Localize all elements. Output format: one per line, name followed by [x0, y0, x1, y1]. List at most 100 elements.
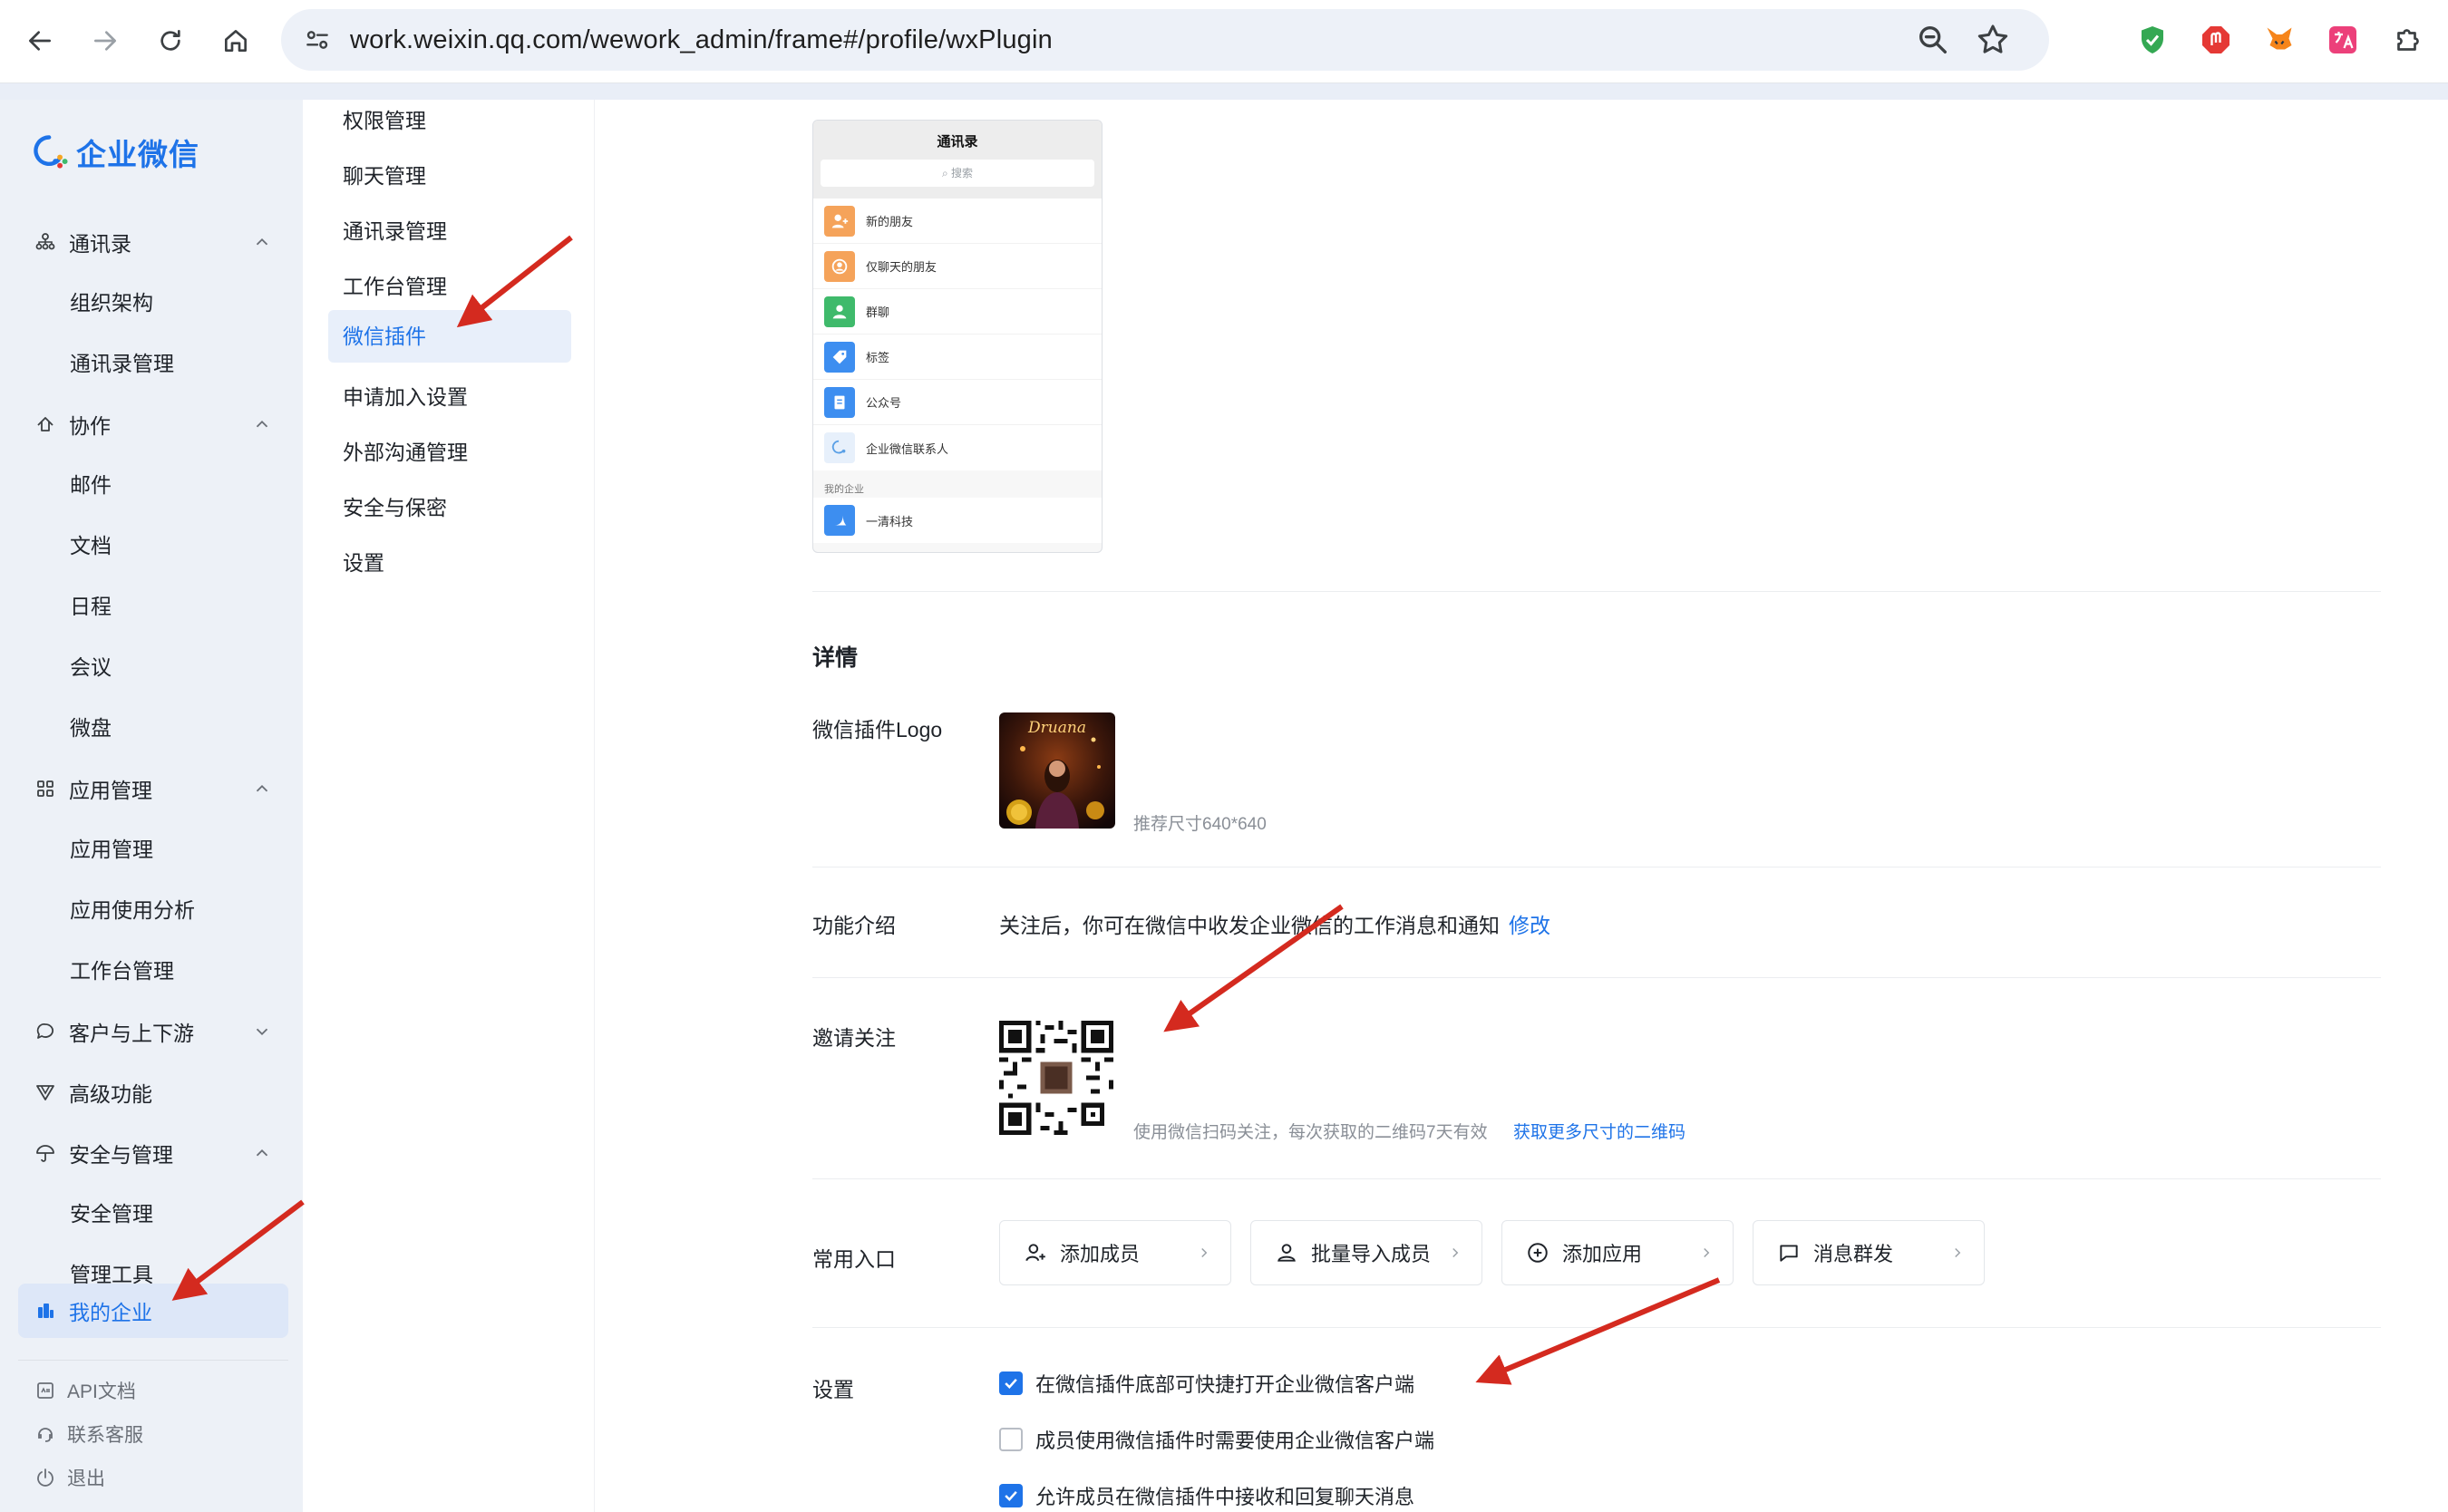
sidebar-item-app-analytics[interactable]: 应用使用分析	[18, 886, 288, 935]
back-button[interactable]	[18, 19, 62, 63]
preview-row: 仅聊天的朋友	[813, 244, 1102, 289]
sidebar-item-calendar[interactable]: 日程	[18, 582, 288, 631]
adblock-extension-icon[interactable]	[2198, 22, 2234, 58]
setting-require-client[interactable]: 成员使用微信插件时需要使用企业微信客户端	[999, 1425, 1434, 1454]
contacts-icon	[33, 229, 58, 255]
divider	[812, 1327, 2381, 1328]
sidebar-group-security[interactable]: 安全与管理	[18, 1129, 288, 1178]
invite-qr-code[interactable]	[999, 1021, 1113, 1135]
chevron-up-icon	[256, 1149, 268, 1157]
site-settings-icon[interactable]	[303, 25, 332, 54]
umbrella-icon	[33, 1140, 58, 1166]
forward-arrow-icon	[94, 31, 116, 51]
check-icon	[1005, 1490, 1017, 1501]
subnav-wechat-plugin[interactable]: 微信插件	[328, 310, 571, 363]
subnav-external-comm[interactable]: 外部沟通管理	[328, 426, 571, 479]
footer-label: 联系客服	[67, 1425, 143, 1446]
advanced-icon	[33, 1080, 58, 1105]
preview-row: 群聊	[813, 289, 1102, 334]
shield-extension-icon[interactable]	[2134, 22, 2171, 58]
subnav-contacts-manage[interactable]: 通讯录管理	[328, 205, 571, 257]
chevron-right-icon	[1704, 1247, 1710, 1258]
sidebar-group-label: 协作	[69, 414, 111, 438]
sidebar-item-mail[interactable]: 邮件	[18, 460, 288, 509]
subnav-permissions[interactable]: 权限管理	[328, 94, 571, 147]
sidebar-item-drive[interactable]: 微盘	[18, 703, 288, 752]
sidebar-footer-logout[interactable]: 退出	[18, 1459, 288, 1496]
entries-label: 常用入口	[812, 1247, 896, 1271]
checkbox-checked[interactable]	[999, 1484, 1023, 1507]
chevron-up-icon	[256, 784, 268, 792]
sidebar-item-security-manage[interactable]: 安全管理	[18, 1189, 288, 1238]
plugin-contacts-preview: 通讯录 ⌕ 搜索 新的朋友 仅聊天的朋友 群聊 标签 公众号 企业微信联系人 我…	[812, 120, 1103, 553]
sidebar-group-customers[interactable]: 客户与上下游	[18, 1007, 288, 1056]
new-friends-icon	[824, 205, 855, 237]
collaborate-icon	[33, 412, 58, 437]
sidebar-item-contacts-manage[interactable]: 通讯录管理	[18, 339, 288, 388]
entry-add-member[interactable]: 添加成员	[999, 1220, 1231, 1285]
sidebar-group-label: 客户与上下游	[69, 1022, 194, 1045]
reload-button[interactable]	[149, 19, 192, 63]
preview-row: 新的朋友	[813, 199, 1102, 244]
more-qr-sizes-link[interactable]: 获取更多尺寸的二维码	[1513, 1119, 1685, 1143]
logo-image-text: Druana	[1027, 719, 1086, 737]
sidebar-group-advanced[interactable]: 高级功能	[18, 1068, 288, 1117]
sidebar-divider	[18, 1360, 288, 1361]
subnav-join-settings[interactable]: 申请加入设置	[328, 371, 571, 423]
invite-label: 邀请关注	[812, 1026, 896, 1050]
entry-import-members[interactable]: 批量导入成员	[1250, 1220, 1482, 1285]
sidebar-item-meeting[interactable]: 会议	[18, 643, 288, 692]
sidebar-item-workbench[interactable]: 工作台管理	[18, 946, 288, 995]
translate-extension-icon[interactable]	[2325, 22, 2361, 58]
zoom-icon[interactable]	[1915, 22, 1951, 58]
url-text[interactable]: work.weixin.qq.com/wework_admin/frame#/p…	[350, 9, 1053, 71]
plugin-logo-image[interactable]: Druana	[999, 712, 1115, 829]
intro-edit-link[interactable]: 修改	[1509, 908, 1550, 939]
subnav-security-privacy[interactable]: 安全与保密	[328, 481, 571, 534]
checkbox-checked[interactable]	[999, 1371, 1023, 1395]
preview-row: 公众号	[813, 380, 1102, 425]
preview-search: ⌕ 搜索	[821, 160, 1094, 187]
preview-row: 一清科技	[813, 498, 1102, 543]
home-button[interactable]	[214, 19, 257, 63]
entry-add-app[interactable]: 添加应用	[1501, 1220, 1734, 1285]
setting-allow-chat[interactable]: 允许成员在微信插件中接收和回复聊天消息	[999, 1481, 1414, 1510]
metamask-extension-icon[interactable]	[2261, 22, 2297, 58]
extensions-puzzle-icon[interactable]	[2390, 22, 2426, 58]
wework-logo[interactable]: 企业微信	[31, 131, 199, 174]
sidebar-footer-support[interactable]: 联系客服	[18, 1416, 288, 1452]
sidebar-footer-api-docs[interactable]: API文档	[18, 1372, 288, 1409]
bookmark-star-icon[interactable]	[1975, 22, 2011, 58]
address-bar[interactable]: work.weixin.qq.com/wework_admin/frame#/p…	[281, 9, 2049, 71]
entry-label: 消息群发	[1813, 1243, 1894, 1265]
entry-label: 添加应用	[1562, 1243, 1643, 1265]
setting-quick-open[interactable]: 在微信插件底部可快捷打开企业微信客户端	[999, 1369, 1414, 1398]
chevron-down-icon	[256, 1028, 268, 1036]
subnav-workbench-manage[interactable]: 工作台管理	[328, 260, 571, 313]
chevron-up-icon	[256, 420, 268, 428]
setting-label: 成员使用微信插件时需要使用企业微信客户端	[1035, 1430, 1435, 1452]
sidebar-item-my-company[interactable]: 我的企业	[18, 1284, 288, 1338]
main-content: 通讯录 ⌕ 搜索 新的朋友 仅聊天的朋友 群聊 标签 公众号 企业微信联系人 我…	[595, 100, 2448, 1512]
check-icon	[1005, 1378, 1017, 1389]
sidebar-item-org-structure[interactable]: 组织架构	[18, 278, 288, 327]
subnav-settings[interactable]: 设置	[328, 537, 571, 589]
forward-button[interactable]	[83, 19, 127, 63]
sidebar-item-docs[interactable]: 文档	[18, 521, 288, 570]
preview-row-label: 企业微信联系人	[866, 441, 949, 456]
sidebar-group-apps[interactable]: 应用管理	[18, 764, 288, 813]
sidebar-group-collaborate[interactable]: 协作	[18, 400, 288, 449]
checkbox-unchecked[interactable]	[999, 1428, 1023, 1451]
sidebar-item-app-manage[interactable]: 应用管理	[18, 825, 288, 874]
preview-row-label: 新的朋友	[866, 215, 914, 228]
intro-label: 功能介绍	[812, 914, 896, 937]
sidebar-group-label: 应用管理	[69, 779, 152, 802]
subnav-chat-manage[interactable]: 聊天管理	[328, 150, 571, 202]
sidebar-group-contacts[interactable]: 通讯录	[18, 218, 288, 267]
main-sidebar: 企业微信 通讯录 组织架构 通讯录管理 协作 邮件 文档 日程 会议 微盘 应用…	[0, 100, 303, 1512]
divider	[812, 591, 2381, 592]
entry-broadcast[interactable]: 消息群发	[1753, 1220, 1985, 1285]
page: 企业微信 通讯录 组织架构 通讯录管理 协作 邮件 文档 日程 会议 微盘 应用…	[0, 83, 2448, 1512]
intro-text: 关注后，你可在微信中收发企业微信的工作消息和通知	[999, 914, 1500, 937]
wework-logo-icon	[34, 135, 68, 169]
